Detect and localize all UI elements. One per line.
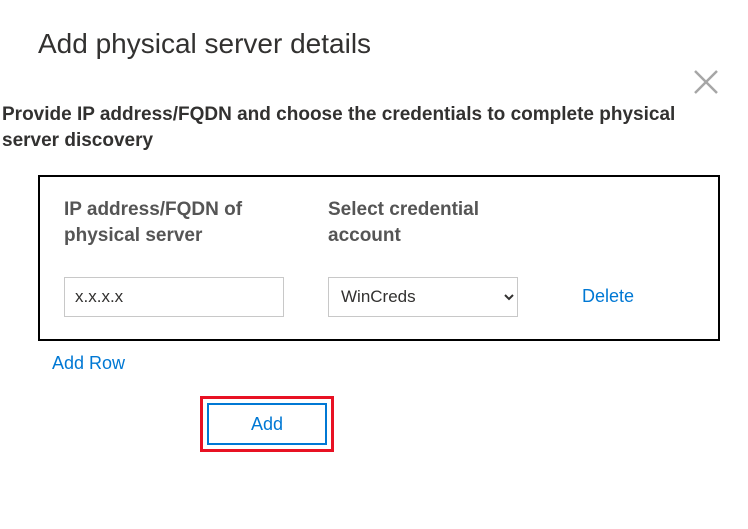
ip-address-input[interactable] bbox=[64, 277, 284, 317]
table-header-row: IP address/FQDN of physical server Selec… bbox=[64, 197, 694, 248]
delete-row-link[interactable]: Delete bbox=[582, 286, 634, 306]
page-description: Provide IP address/FQDN and choose the c… bbox=[0, 60, 748, 153]
close-icon bbox=[692, 68, 720, 96]
column-header-ip: IP address/FQDN of physical server bbox=[64, 197, 304, 248]
add-button[interactable]: Add bbox=[207, 403, 327, 445]
table-row: WinCreds Delete bbox=[64, 277, 694, 317]
add-row-link[interactable]: Add Row bbox=[0, 341, 125, 374]
close-button[interactable] bbox=[692, 68, 720, 101]
server-table-panel: IP address/FQDN of physical server Selec… bbox=[38, 175, 720, 340]
add-button-highlight: Add bbox=[200, 396, 334, 452]
column-header-credential: Select credential account bbox=[328, 197, 528, 248]
credential-select[interactable]: WinCreds bbox=[328, 277, 518, 317]
page-title: Add physical server details bbox=[0, 0, 748, 60]
